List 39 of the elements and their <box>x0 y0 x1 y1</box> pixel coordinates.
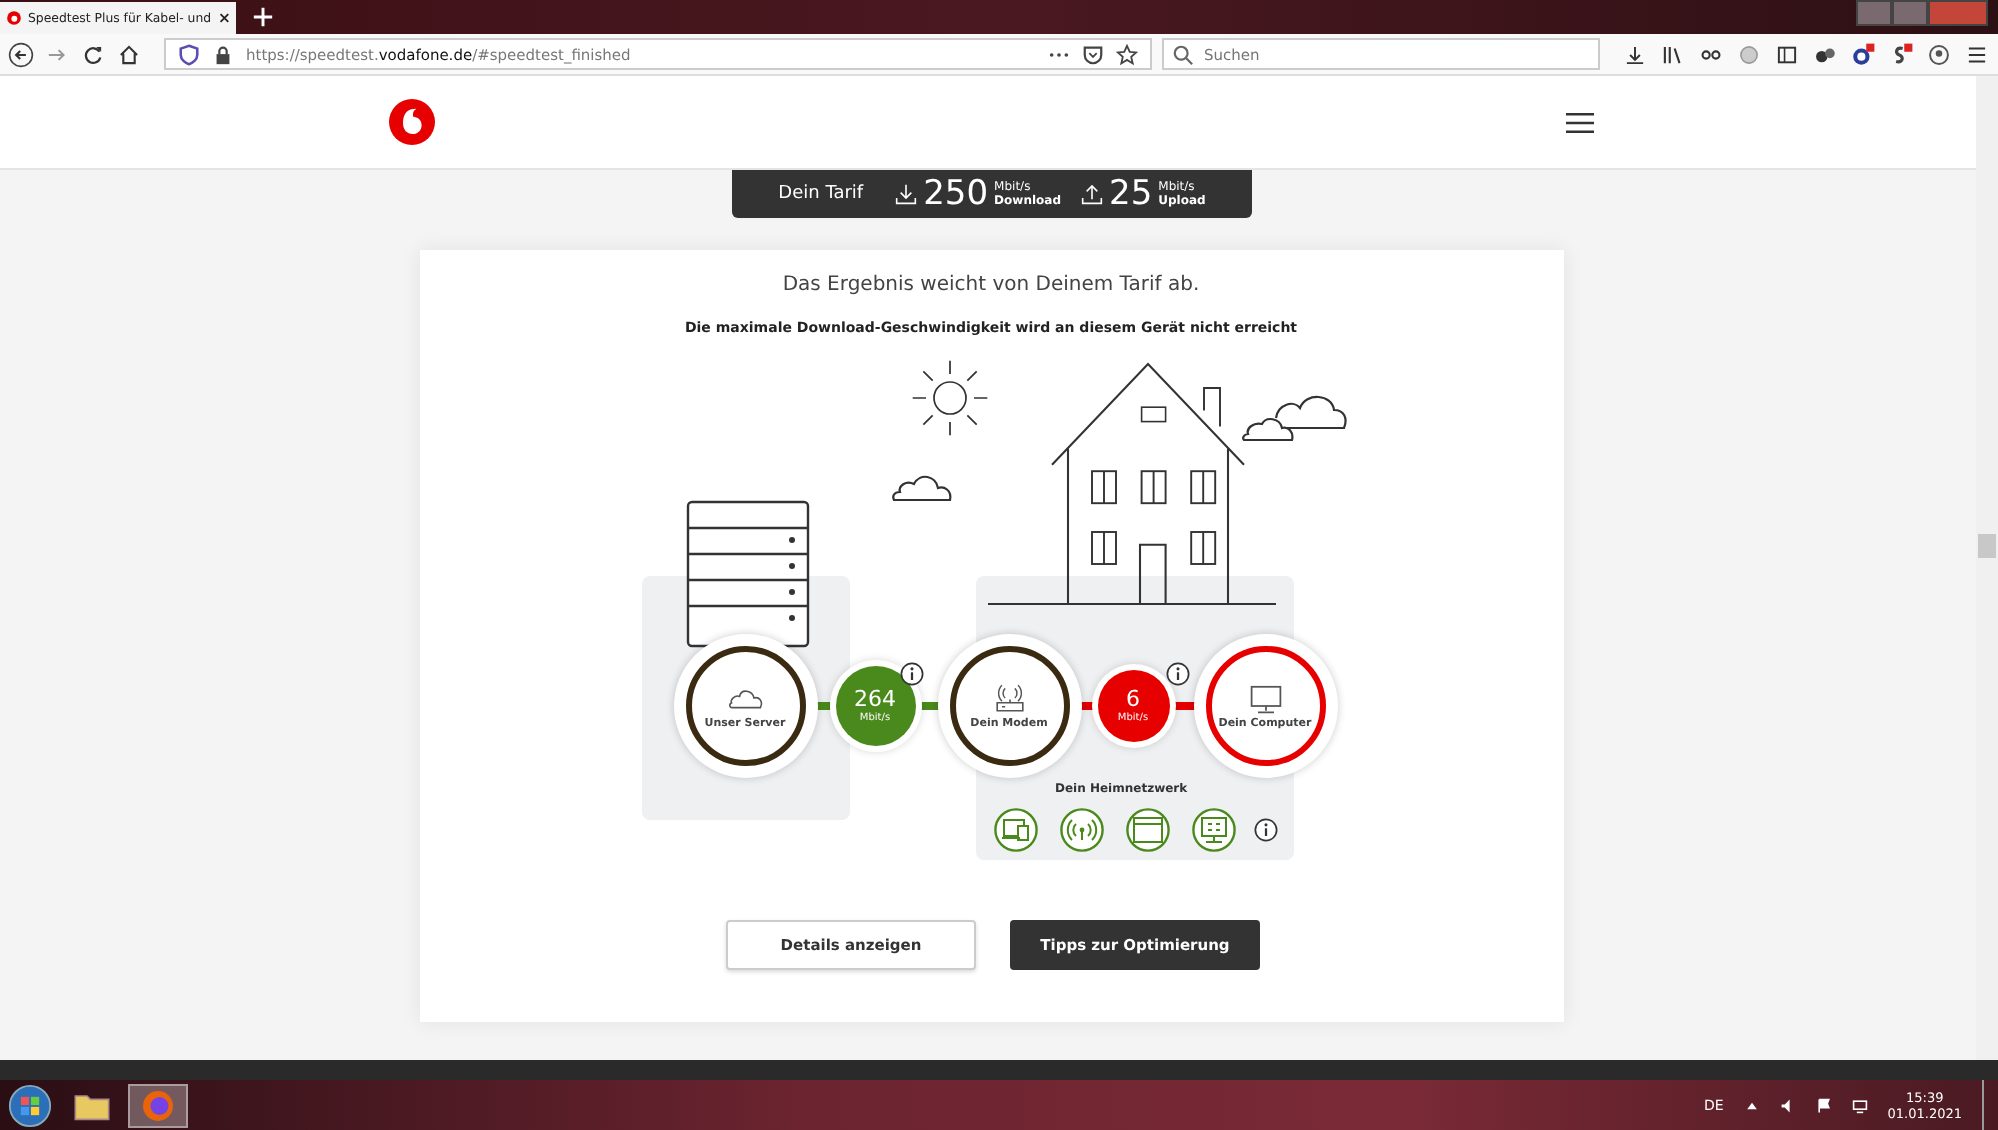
upload-speed: 25 <box>1109 174 1153 214</box>
account-icon[interactable] <box>1926 41 1952 67</box>
flag-icon[interactable] <box>1815 1097 1832 1113</box>
download-icon <box>893 182 918 206</box>
tariff-label: Dein Tarif <box>778 184 864 204</box>
speaker-icon[interactable] <box>1779 1097 1796 1113</box>
network-icon[interactable] <box>1851 1097 1868 1113</box>
info-icon[interactable] <box>899 662 923 686</box>
shield-icon <box>178 43 200 65</box>
network-device-icon[interactable] <box>1191 808 1235 852</box>
reload-icon[interactable] <box>80 41 106 67</box>
library-icon[interactable] <box>1660 41 1686 67</box>
wifi-icon[interactable] <box>1059 808 1103 852</box>
monitor-icon <box>1245 682 1285 714</box>
speed-value: 6 <box>1126 688 1140 712</box>
download-speed: 250 <box>923 174 989 214</box>
download-icon[interactable] <box>1622 41 1648 67</box>
lock-icon <box>212 43 234 65</box>
new-tab-icon[interactable] <box>252 6 274 28</box>
start-button[interactable] <box>8 1083 52 1127</box>
sidebar-icon[interactable] <box>1774 41 1800 67</box>
upload-icon <box>1079 182 1103 206</box>
menu-icon[interactable] <box>1566 111 1594 133</box>
star-icon[interactable] <box>1116 43 1138 65</box>
devices-icon[interactable] <box>993 808 1037 852</box>
speed-value: 264 <box>854 688 896 712</box>
back-icon[interactable] <box>8 41 34 67</box>
caret-icon[interactable] <box>1743 1097 1760 1113</box>
info-icon[interactable] <box>1165 662 1189 686</box>
pocket-icon[interactable] <box>1082 43 1104 65</box>
close-icon[interactable] <box>217 10 230 26</box>
extension-icon[interactable] <box>1850 41 1876 67</box>
browser-window-icon[interactable] <box>1125 808 1169 852</box>
logo-icon[interactable] <box>388 98 436 146</box>
brand-logo-icon <box>6 8 22 28</box>
result-headline: Das Ergebnis weicht von Deinem Tarif ab. <box>782 274 1200 296</box>
scrollbar-thumb[interactable] <box>1978 534 1996 558</box>
info-icon[interactable] <box>1253 818 1277 842</box>
home-icon[interactable] <box>116 41 142 67</box>
